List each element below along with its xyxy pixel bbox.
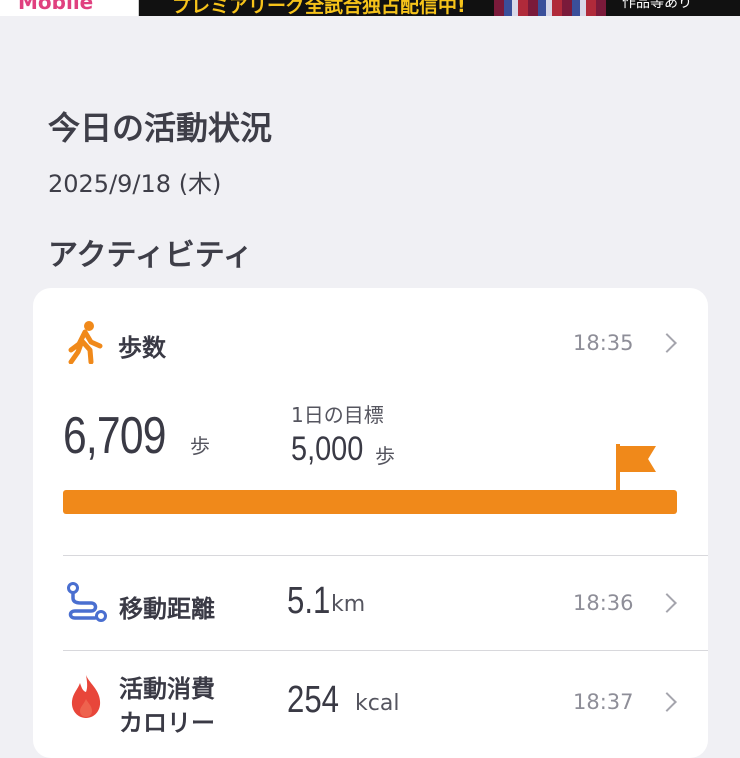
calories-label-line2: カロリー <box>119 709 215 737</box>
goal-label: 1日の目標 <box>291 403 384 427</box>
steps-value: 6,709 <box>63 407 166 465</box>
steps-time: 18:35 <box>573 331 634 355</box>
distance-label: 移動距離 <box>119 595 215 623</box>
calories-unit: kcal <box>355 691 400 716</box>
calories-label-line1: 活動消費 <box>119 675 215 703</box>
distance-time: 18:36 <box>573 591 634 615</box>
page-title: 今日の活動状況 <box>48 109 273 147</box>
ad-logo-text: Mobile <box>18 0 94 14</box>
walking-person-icon <box>67 320 103 368</box>
activity-card: 歩数 18:35 6,709 歩 1日の目標 5,000 歩 移動距離 5.1 … <box>33 288 708 758</box>
chevron-right-icon <box>657 593 677 613</box>
ad-logo: Mobile <box>0 0 139 16</box>
section-title-activity: アクティビティ <box>48 238 253 273</box>
steps-progress-bar <box>63 490 677 514</box>
goal-unit: 歩 <box>375 444 395 468</box>
ad-thumbnail <box>494 0 606 16</box>
goal-value: 5,000 <box>291 430 364 468</box>
page-date: 2025/9/18 (木) <box>48 170 222 198</box>
route-icon <box>65 580 109 628</box>
chevron-right-icon <box>657 333 677 353</box>
goal-flag-icon <box>620 446 656 472</box>
flame-icon <box>69 673 103 723</box>
calories-time: 18:37 <box>573 690 634 714</box>
ad-banner[interactable]: Mobile プレミアリーグ全試合独占配信中! 作品等あり <box>0 0 740 16</box>
steps-unit: 歩 <box>190 434 210 458</box>
ad-note: 作品等あり <box>622 0 692 11</box>
goal-flag-pole <box>616 444 620 492</box>
steps-row[interactable]: 歩数 18:35 <box>33 288 708 398</box>
ad-headline: プレミアリーグ全試合独占配信中! <box>172 0 466 16</box>
chevron-right-icon <box>657 692 677 712</box>
steps-progress-fill <box>63 490 677 514</box>
distance-row[interactable]: 移動距離 5.1 km 18:36 <box>33 556 708 650</box>
calories-row[interactable]: 活動消費 カロリー 254 kcal 18:37 <box>33 651 708 758</box>
distance-value: 5.1 <box>287 580 331 622</box>
calories-value: 254 <box>287 679 339 721</box>
steps-label: 歩数 <box>118 334 166 362</box>
distance-unit: km <box>331 592 366 617</box>
